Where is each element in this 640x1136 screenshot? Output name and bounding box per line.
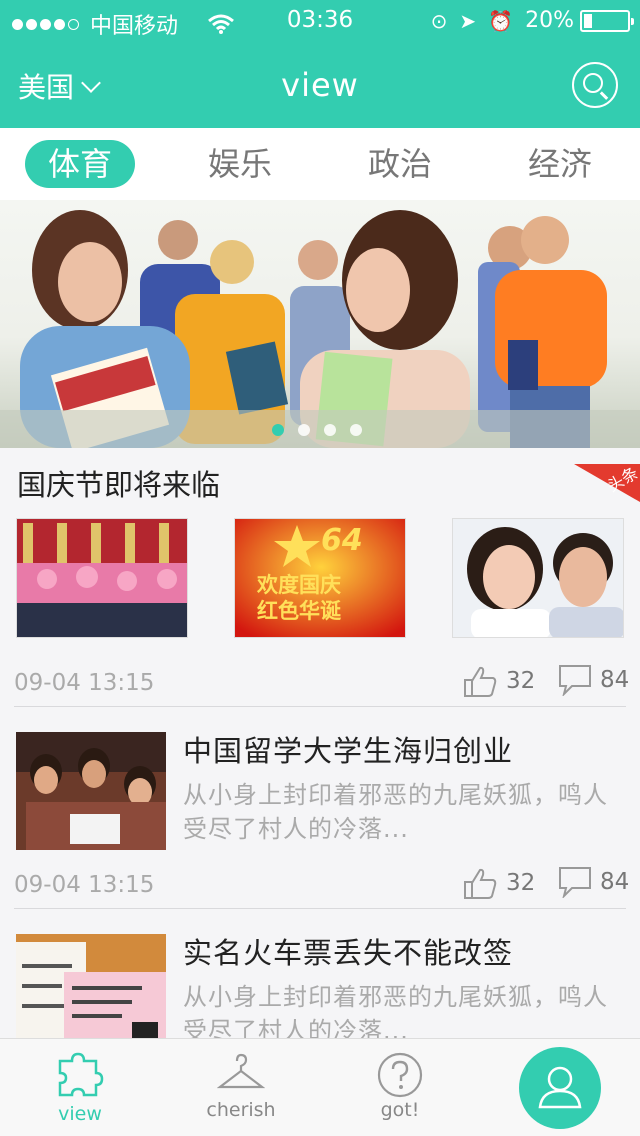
featured-news-card[interactable]: 国庆节即将来临 头条 64 欢度国庆 红色华诞 09-04 13:15 32 8…: [0, 448, 640, 707]
students-image: [453, 519, 623, 637]
tab-politics[interactable]: 政治: [345, 140, 455, 188]
parade-image: [17, 519, 187, 637]
featured-thumb-national-day: 64 欢度国庆 红色华诞: [234, 518, 406, 638]
banner-image: [0, 210, 640, 448]
news-item-thumb: [16, 934, 166, 1038]
banner-carousel[interactable]: [0, 200, 640, 448]
news-item-title: 中国留学大学生海归创业: [183, 734, 514, 768]
news-item-meta: 09-04 13:15 32 84: [0, 866, 640, 906]
user-icon: [538, 1066, 582, 1109]
page-title: view: [281, 66, 359, 104]
bottom-tab-bar: view cherish got!: [0, 1038, 640, 1136]
featured-thumb-parade: [16, 518, 188, 638]
pager-dot[interactable]: [272, 424, 284, 436]
category-tabs: 体育 娱乐 政治 经济: [0, 128, 640, 200]
location-arrow-icon: ➤: [459, 8, 477, 33]
battery-fill: [584, 13, 592, 28]
nav-bar: 美国 view: [0, 42, 640, 128]
header: 中国移动 03:36 ⊙ ➤ ⏰ 20% 美国 view: [0, 0, 640, 128]
status-bar: 中国移动 03:36 ⊙ ➤ ⏰ 20%: [0, 0, 640, 42]
comment-bubble-icon: [559, 665, 591, 696]
like-button[interactable]: 32: [462, 866, 535, 900]
comment-count: 84: [600, 869, 630, 895]
desc-line: 受尽了村人的冷落...: [183, 815, 409, 843]
tabbar-view-label: view: [58, 1103, 102, 1125]
profile-button[interactable]: [519, 1047, 601, 1129]
featured-meta: 09-04 13:15 32 84: [0, 664, 640, 704]
classroom-image: [16, 732, 166, 850]
thumbs-up-icon: [464, 868, 497, 899]
tab-economy[interactable]: 经济: [505, 140, 615, 188]
comment-count: 84: [600, 667, 630, 693]
alarm-clock-icon: ⏰: [488, 8, 514, 33]
search-button[interactable]: [572, 62, 618, 108]
news-item[interactable]: 实名火车票丢失不能改签 从小身上封印着邪恶的九尾妖狐，鸣人 受尽了村人的冷落..…: [0, 908, 640, 1038]
news-item-desc: 从小身上封印着邪恶的九尾妖狐，鸣人 受尽了村人的冷落...: [183, 980, 631, 1038]
news-item[interactable]: 中国留学大学生海归创业 从小身上封印着邪恶的九尾妖狐，鸣人 受尽了村人的冷落..…: [0, 706, 640, 909]
battery-icon: [580, 9, 634, 32]
poster-caption-2: 红色华诞: [257, 599, 341, 623]
comment-bubble-icon: [559, 867, 591, 898]
publish-time: 09-04 13:15: [14, 872, 155, 898]
featured-title: 国庆节即将来临: [17, 468, 221, 502]
status-right: ⊙ ➤ ⏰ 20%: [430, 8, 634, 33]
desc-line: 从小身上封印着邪恶的九尾妖狐，鸣人: [183, 983, 608, 1011]
tabbar-cherish[interactable]: cherish: [181, 1039, 301, 1136]
train-ticket-image: [16, 934, 166, 1038]
comment-button[interactable]: 84: [558, 664, 629, 696]
rotation-lock-icon: ⊙: [430, 8, 448, 33]
poster-number: 64: [321, 523, 363, 558]
tabbar-view[interactable]: view: [20, 1039, 140, 1136]
like-count: 32: [506, 870, 536, 896]
news-item-desc: 从小身上封印着邪恶的九尾妖狐，鸣人 受尽了村人的冷落...: [183, 778, 631, 846]
puzzle-icon: [58, 1052, 104, 1097]
headline-badge: 头条: [574, 464, 640, 502]
publish-time: 09-04 13:15: [14, 670, 155, 696]
news-item-title: 实名火车票丢失不能改签: [183, 936, 514, 970]
pager-dot[interactable]: [350, 424, 362, 436]
thumbs-up-icon: [464, 666, 497, 697]
tab-sports[interactable]: 体育: [25, 140, 135, 188]
pager-dot[interactable]: [324, 424, 336, 436]
hanger-icon: [217, 1053, 265, 1089]
like-button[interactable]: 32: [462, 664, 535, 698]
comment-button[interactable]: 84: [558, 866, 629, 898]
news-feed: 国庆节即将来临 头条 64 欢度国庆 红色华诞 09-04 13:15 32 8…: [0, 448, 640, 1038]
tab-entertainment[interactable]: 娱乐: [185, 140, 295, 188]
news-item-thumb: [16, 732, 166, 850]
battery-percent: 20%: [525, 8, 574, 33]
tabbar-got[interactable]: got!: [340, 1039, 460, 1136]
like-count: 32: [506, 668, 536, 694]
pager-dot[interactable]: [298, 424, 310, 436]
desc-line: 从小身上封印着邪恶的九尾妖狐，鸣人: [183, 781, 608, 809]
question-circle-icon: [377, 1052, 423, 1098]
tabbar-cherish-label: cherish: [206, 1099, 276, 1121]
carousel-pager: [272, 424, 376, 436]
featured-thumb-students: [452, 518, 624, 638]
desc-line: 受尽了村人的冷落...: [183, 1017, 409, 1038]
tabbar-got-label: got!: [380, 1099, 420, 1121]
